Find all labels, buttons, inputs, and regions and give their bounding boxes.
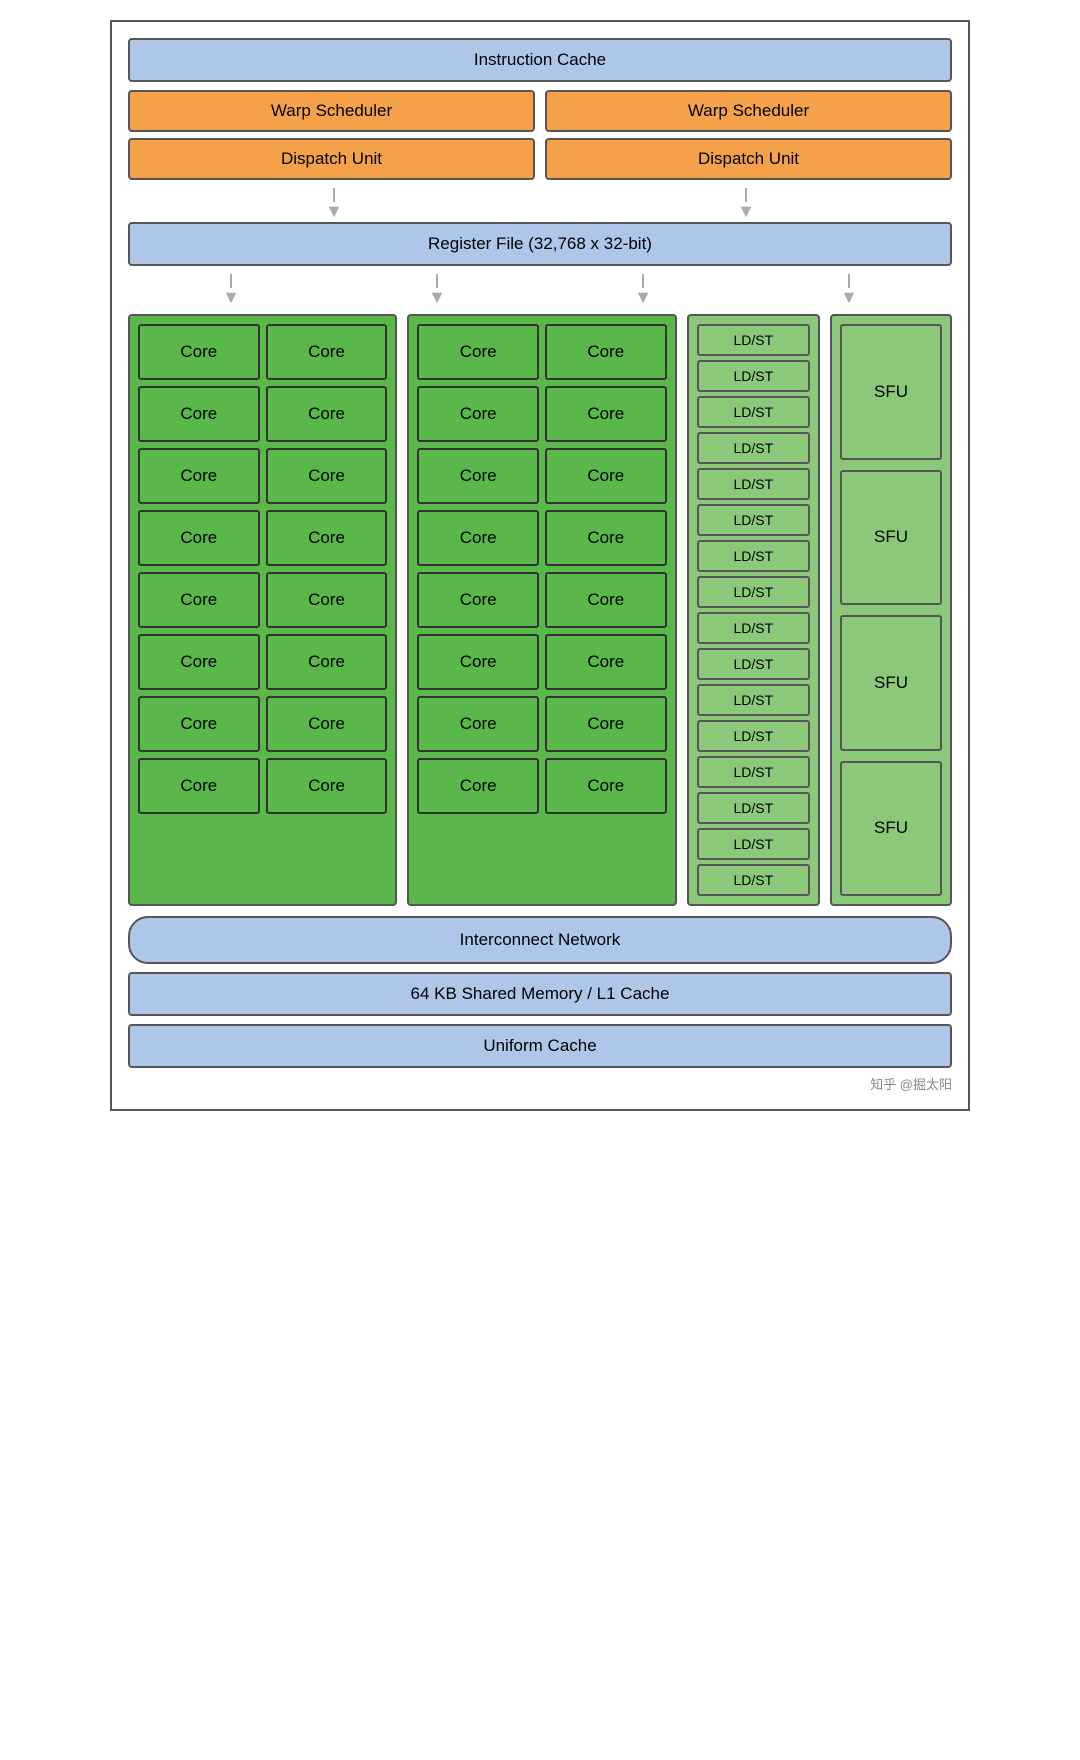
warp-scheduler-right: Warp Scheduler [545,90,952,132]
core-2-4-1: Core [417,510,539,566]
core-1-2-2: Core [266,386,388,442]
dispatch-unit-right: Dispatch Unit [545,138,952,180]
warp-scheduler-row: Warp Scheduler Warp Scheduler [128,90,952,132]
ldst-group: LD/ST LD/ST LD/ST LD/ST LD/ST LD/ST LD/S… [687,314,820,906]
ldst-14: LD/ST [697,792,810,824]
ldst-12: LD/ST [697,720,810,752]
core-row-1-1: Core Core [138,324,387,380]
core-1-1-1: Core [138,324,260,380]
ldst-8: LD/ST [697,576,810,608]
core-2-3-1: Core [417,448,539,504]
dispatch-unit-row: Dispatch Unit Dispatch Unit [128,138,952,180]
sfu-2: SFU [840,470,942,606]
core-1-3-1: Core [138,448,260,504]
core-1-6-1: Core [138,634,260,690]
arrow-6 [840,274,858,306]
arrow-5 [634,274,652,306]
core-2-8-2: Core [545,758,667,814]
main-units-row: Core Core Core Core Core Core Core Core … [128,314,952,906]
ldst-9: LD/ST [697,612,810,644]
core-2-8-1: Core [417,758,539,814]
core-row-1-4: Core Core [138,510,387,566]
gpu-sm-diagram: Instruction Cache Warp Scheduler Warp Sc… [110,20,970,1111]
core-1-7-1: Core [138,696,260,752]
warp-scheduler-left: Warp Scheduler [128,90,535,132]
core-row-1-3: Core Core [138,448,387,504]
core-1-3-2: Core [266,448,388,504]
dispatch-unit-left: Dispatch Unit [128,138,535,180]
arrow-4 [428,274,446,306]
ldst-7: LD/ST [697,540,810,572]
core-group-1: Core Core Core Core Core Core Core Core … [128,314,397,906]
core-2-3-2: Core [545,448,667,504]
core-row-2-5: Core Core [417,572,666,628]
ldst-5: LD/ST [697,468,810,500]
arrows-to-regfile [128,188,952,220]
core-row-2-3: Core Core [417,448,666,504]
core-row-2-2: Core Core [417,386,666,442]
core-2-5-2: Core [545,572,667,628]
core-row-1-6: Core Core [138,634,387,690]
arrow-1 [325,188,343,220]
ldst-4: LD/ST [697,432,810,464]
core-group-2: Core Core Core Core Core Core Core Core … [407,314,676,906]
sfu-group: SFU SFU SFU SFU [830,314,952,906]
core-1-1-2: Core [266,324,388,380]
sfu-1: SFU [840,324,942,460]
core-1-8-1: Core [138,758,260,814]
core-2-2-1: Core [417,386,539,442]
instruction-cache-block: Instruction Cache [128,38,952,82]
ldst-11: LD/ST [697,684,810,716]
arrow-2 [737,188,755,220]
core-row-1-8: Core Core [138,758,387,814]
ldst-15: LD/ST [697,828,810,860]
core-2-6-1: Core [417,634,539,690]
core-2-1-1: Core [417,324,539,380]
ldst-10: LD/ST [697,648,810,680]
ldst-6: LD/ST [697,504,810,536]
watermark: 知乎 @掘太阳 [870,1074,952,1093]
register-file-block: Register File (32,768 x 32-bit) [128,222,952,266]
core-2-5-1: Core [417,572,539,628]
arrows-to-units [128,274,952,306]
core-row-2-6: Core Core [417,634,666,690]
interconnect-block: Interconnect Network [128,916,952,964]
core-1-5-1: Core [138,572,260,628]
core-row-1-2: Core Core [138,386,387,442]
core-1-4-2: Core [266,510,388,566]
ldst-1: LD/ST [697,324,810,356]
core-2-7-2: Core [545,696,667,752]
ldst-16: LD/ST [697,864,810,896]
core-row-1-5: Core Core [138,572,387,628]
ldst-13: LD/ST [697,756,810,788]
core-2-1-2: Core [545,324,667,380]
ldst-3: LD/ST [697,396,810,428]
core-2-6-2: Core [545,634,667,690]
core-1-2-1: Core [138,386,260,442]
core-row-1-7: Core Core [138,696,387,752]
core-2-7-1: Core [417,696,539,752]
core-row-2-7: Core Core [417,696,666,752]
sfu-3: SFU [840,615,942,751]
core-1-4-1: Core [138,510,260,566]
sfu-4: SFU [840,761,942,897]
shared-memory-block: 64 KB Shared Memory / L1 Cache [128,972,952,1016]
ldst-2: LD/ST [697,360,810,392]
core-row-2-8: Core Core [417,758,666,814]
uniform-cache-block: Uniform Cache [128,1024,952,1068]
core-row-2-1: Core Core [417,324,666,380]
core-2-4-2: Core [545,510,667,566]
core-1-5-2: Core [266,572,388,628]
arrow-3 [222,274,240,306]
core-1-8-2: Core [266,758,388,814]
core-2-2-2: Core [545,386,667,442]
core-1-7-2: Core [266,696,388,752]
core-row-2-4: Core Core [417,510,666,566]
core-1-6-2: Core [266,634,388,690]
